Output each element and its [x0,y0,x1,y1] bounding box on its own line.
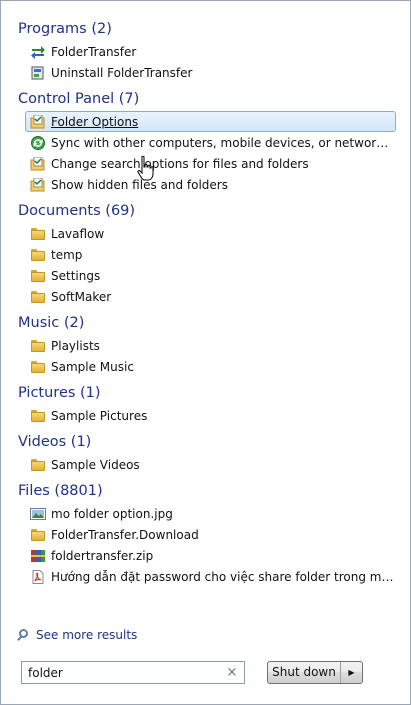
result-item[interactable]: Settings [25,265,396,286]
uninstall-icon [30,66,46,80]
result-item-label: Change search options for files and fold… [51,157,309,171]
see-more-results-link[interactable]: See more results [17,625,137,645]
folder-icon [31,291,45,303]
result-item[interactable]: Sync with other computers, mobile device… [25,132,396,153]
result-item[interactable]: SoftMaker [25,286,396,307]
group-header[interactable]: Pictures (1) [1,381,411,405]
result-item-label: Settings [51,269,101,283]
result-item-label: Sample Pictures [51,409,148,423]
result-item-label: temp [51,248,83,262]
hand-cursor-icon [137,156,154,181]
pdf-file-icon [30,570,46,584]
folder-icon [31,529,45,541]
result-item[interactable]: Change search options for files and fold… [25,153,396,174]
group-header[interactable]: Music (2) [1,311,411,335]
folder-icon [31,410,45,422]
result-item-label: FolderTransfer [51,45,137,59]
clear-search-icon[interactable]: × [225,665,239,680]
folder-icon [31,270,45,282]
result-item-label: Playlists [51,339,100,353]
shutdown-button[interactable]: Shut down [268,662,340,683]
result-item-label: Folder Options [51,115,139,129]
see-more-label: See more results [36,628,138,642]
result-item[interactable]: Sample Music [25,356,396,377]
result-item-label: Hướng dẫn đặt password cho việc share fo… [51,570,396,584]
program-arrows-icon [30,45,46,59]
folder-options-icon [30,156,46,171]
result-item-label: Uninstall FolderTransfer [51,66,193,80]
result-item[interactable]: Lavaflow [25,223,396,244]
folder-icon [31,228,45,240]
result-item-label: Sample Videos [51,458,140,472]
result-item[interactable]: Folder Options [25,111,396,132]
result-item-label: Sync with other computers, mobile device… [51,136,396,150]
result-item-label: SoftMaker [51,290,112,304]
group-header[interactable]: Control Panel (7) [1,87,411,111]
start-menu-search-results: Programs (2) FolderTransfer Uninstall Fold… [0,0,411,705]
result-item[interactable]: foldertransfer.zip [25,545,396,566]
result-item[interactable]: Sample Videos [25,454,396,475]
folder-icon [31,340,45,352]
result-item[interactable]: Playlists [25,335,396,356]
search-input[interactable] [25,664,226,681]
sync-center-icon [30,136,46,150]
result-item[interactable]: FolderTransfer.Download [25,524,396,545]
result-item-label: foldertransfer.zip [51,549,154,563]
result-item[interactable]: Hướng dẫn đặt password cho việc share fo… [25,566,396,587]
shutdown-options-arrow-icon[interactable]: ▶ [341,662,362,683]
result-item[interactable]: mo folder option.jpg [25,503,396,524]
result-item[interactable]: Show hidden files and folders [25,174,396,195]
search-box[interactable]: × [21,661,245,684]
folder-options-icon [30,177,46,192]
group-header[interactable]: Documents (69) [1,199,411,223]
folder-icon [31,249,45,261]
result-item[interactable]: Uninstall FolderTransfer [25,62,396,83]
result-item[interactable]: Sample Pictures [25,405,396,426]
folder-icon [31,459,45,471]
folder-icon [31,361,45,373]
result-item-label: Lavaflow [51,227,105,241]
result-item-label: mo folder option.jpg [51,507,173,521]
results-list: Programs (2) FolderTransfer Uninstall Fold… [1,17,411,591]
result-item-label: Sample Music [51,360,134,374]
zip-archive-icon [30,549,46,563]
group-header[interactable]: Files (8801) [1,479,411,503]
result-item[interactable]: FolderTransfer [25,41,396,62]
group-header[interactable]: Programs (2) [1,17,411,41]
folder-options-icon [30,114,46,129]
group-header[interactable]: Videos (1) [1,430,411,454]
shutdown-button-group: Shut down ▶ [267,661,363,684]
result-item[interactable]: temp [25,244,396,265]
result-item-label: FolderTransfer.Download [51,528,199,542]
image-file-icon [30,507,46,521]
